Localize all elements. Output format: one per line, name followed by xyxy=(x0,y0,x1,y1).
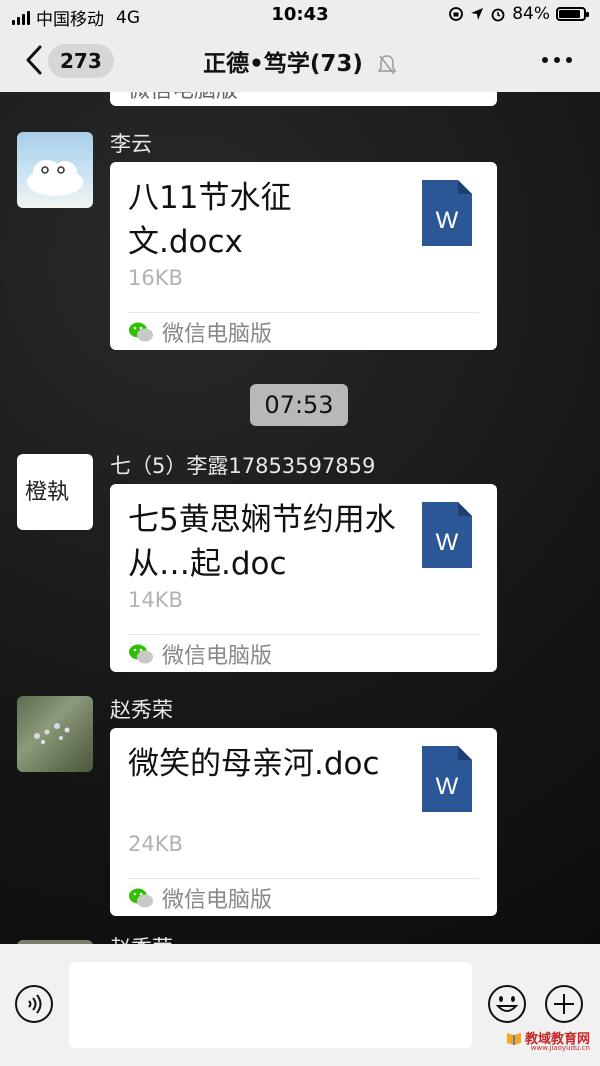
message-input[interactable] xyxy=(69,962,472,1048)
file-message-card[interactable]: 微笑的母亲河.doc 24KB W 微信电脑版 xyxy=(110,728,497,916)
status-bar: 中国移动 4G 10:43 84% xyxy=(0,0,600,30)
battery-percent: 84% xyxy=(512,4,550,24)
chat-area[interactable]: 微信电脑版 李云 八11节水征文.docx 16KB W xyxy=(0,92,600,944)
avatar-text: 橙執 xyxy=(25,480,70,505)
file-name: 七5黄思娴节约用水从…起.doc xyxy=(128,502,396,582)
timestamp: 07:53 xyxy=(250,384,348,426)
status-right: 84% xyxy=(448,4,589,24)
word-icon-letter: W xyxy=(436,207,459,234)
sender-name: 赵秀荣 xyxy=(110,698,173,722)
alarm-icon xyxy=(491,8,505,22)
emoji-icon[interactable] xyxy=(487,984,527,1024)
word-doc-icon: W xyxy=(422,502,472,572)
watermark: 教域教育网 www.jiaoyudu.cn xyxy=(506,1028,590,1052)
plus-icon[interactable] xyxy=(544,984,584,1024)
avatar[interactable] xyxy=(17,696,93,772)
location-icon xyxy=(471,8,484,20)
wechat-icon xyxy=(129,888,153,908)
sender-name: 李云 xyxy=(110,132,152,156)
avatar-cloud-icon xyxy=(27,160,83,196)
watermark-url: www.jiaoyudu.cn xyxy=(530,1044,590,1052)
source-row: 微信电脑版 xyxy=(128,316,272,348)
word-icon-letter: W xyxy=(436,529,459,556)
group-name: 正德•笃学(73) xyxy=(203,51,363,77)
source-label: 微信电脑版 xyxy=(162,322,273,347)
source-row: 微信电脑版 xyxy=(128,882,272,914)
card-divider xyxy=(128,878,479,879)
file-size: 16KB xyxy=(128,266,183,290)
file-name: 微笑的母亲河.doc xyxy=(128,746,380,782)
avatar[interactable]: 橙執 xyxy=(17,454,93,530)
rotation-lock-icon xyxy=(449,7,464,21)
partial-file-card[interactable]: 微信电脑版 xyxy=(110,92,497,106)
avatar[interactable] xyxy=(17,132,93,208)
word-doc-icon: W xyxy=(422,180,472,250)
file-message-card[interactable]: 八11节水征文.docx 16KB W 微信电脑版 xyxy=(110,162,497,350)
input-bar: 教域教育网 www.jiaoyudu.cn xyxy=(0,944,600,1066)
card-divider xyxy=(128,634,479,635)
chat-header: 273 正德•笃学(73) xyxy=(0,30,600,92)
book-logo-icon xyxy=(506,1032,521,1045)
partial-source-label: 微信电脑版 xyxy=(128,92,238,104)
mute-bell-icon xyxy=(377,54,397,74)
wechat-icon xyxy=(129,644,153,664)
source-label: 微信电脑版 xyxy=(162,888,273,913)
avatar-photo-icon xyxy=(34,723,70,744)
chat-title: 正德•笃学(73) xyxy=(0,44,600,78)
more-options-button[interactable] xyxy=(542,57,572,63)
word-doc-icon: W xyxy=(422,746,472,816)
card-divider xyxy=(128,312,479,313)
source-label: 微信电脑版 xyxy=(162,644,273,669)
source-row: 微信电脑版 xyxy=(128,638,272,670)
voice-input-icon[interactable] xyxy=(14,984,54,1024)
file-size: 14KB xyxy=(128,588,183,612)
battery-icon xyxy=(556,7,589,21)
sender-name: 七（5）李露17853597859 xyxy=(110,454,376,478)
sender-name: 赵秀荣 xyxy=(110,932,173,944)
file-size: 24KB xyxy=(128,832,183,856)
file-message-card[interactable]: 七5黄思娴节约用水从…起.doc 14KB W 微信电脑版 xyxy=(110,484,497,672)
wechat-icon xyxy=(129,322,153,342)
file-name: 八11节水征文.docx xyxy=(128,180,292,260)
word-icon-letter: W xyxy=(436,773,459,800)
